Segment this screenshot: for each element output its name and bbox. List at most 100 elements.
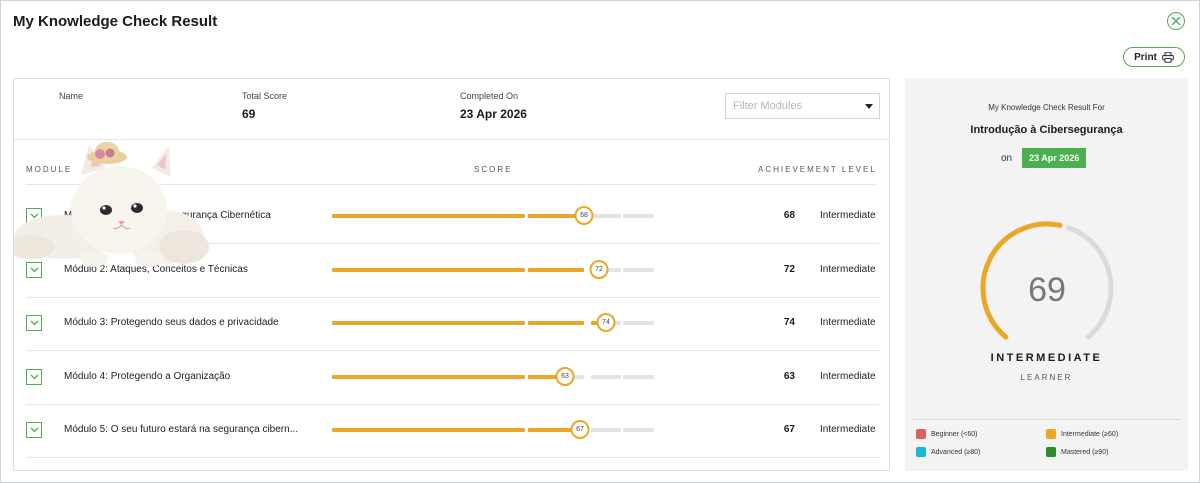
legend-mastered: Mastered (≥90): [1046, 447, 1108, 457]
chevron-down-icon: [30, 320, 38, 326]
score-knob: 67: [570, 420, 590, 439]
module-row: Módulo 1: Introdução à Segurança Ciberné…: [14, 191, 889, 244]
score-track-segment: [332, 321, 525, 325]
close-button[interactable]: [1167, 12, 1185, 30]
score-fill: [332, 267, 525, 272]
score-fill: [332, 214, 525, 218]
score-bar: 63: [332, 366, 654, 386]
module-row: Módulo 5: O seu futuro estará na seguran…: [14, 405, 889, 458]
legend-swatch: [916, 429, 926, 439]
expand-module-button[interactable]: [26, 315, 42, 331]
score-track-segment: [332, 428, 525, 432]
score-track-segment: [623, 321, 654, 325]
score-track-segment: [528, 321, 584, 325]
module-level: Intermediate: [820, 424, 876, 435]
filter-placeholder: Filter Modules: [733, 100, 803, 112]
score-fill: [332, 374, 525, 379]
expand-module-button[interactable]: [26, 422, 42, 438]
score-bar: 67: [332, 420, 654, 439]
module-level: Intermediate: [820, 210, 876, 221]
print-button[interactable]: Print: [1123, 47, 1185, 67]
achievement-sublevel: LEARNER: [1020, 373, 1073, 382]
score-track-segment: [528, 267, 584, 272]
completed-on-label: Completed On: [460, 91, 519, 101]
score-track-segment: [591, 428, 621, 432]
summary-divider: [14, 139, 889, 140]
row-divider: [26, 457, 879, 458]
score-knob: 63: [555, 366, 575, 386]
score-bar: 74: [332, 313, 654, 332]
chevron-down-icon: [30, 267, 38, 272]
module-score: 63: [783, 370, 795, 382]
expand-module-button[interactable]: [26, 208, 42, 224]
expand-module-button[interactable]: [26, 368, 42, 385]
score-track-segment: [623, 214, 654, 218]
gauge-track: [1066, 225, 1114, 340]
chevron-down-icon: [30, 213, 38, 219]
legend-label: Beginner (<60): [931, 430, 978, 438]
caret-down-icon: [865, 104, 873, 109]
course-title: Introdução à Cibersegurança: [970, 124, 1123, 136]
module-row: Módulo 4: Protegendo a Organização 63 63 In…: [14, 352, 889, 405]
legend-label: Intermediate (≥60): [1061, 430, 1119, 438]
module-score: 74: [783, 317, 795, 328]
print-label: Print: [1134, 51, 1157, 63]
legend-beginner: Beginner (<60): [916, 429, 978, 439]
score-fill: [332, 428, 525, 432]
summary-sidebar: My Knowledge Check Result For Introdução…: [905, 78, 1188, 471]
module-name: Módulo 4: Protegendo a Organização: [64, 370, 231, 382]
module-score: 68: [783, 210, 795, 221]
score-fill: [528, 321, 584, 325]
legend-label: Mastered (≥90): [1061, 448, 1109, 456]
total-score-label: Total Score: [242, 91, 288, 101]
achievement-level: INTERMEDIATE: [990, 352, 1103, 364]
filter-modules-select[interactable]: Filter Modules: [725, 93, 880, 119]
score-track-segment: [332, 267, 525, 272]
chevron-down-icon: [30, 427, 38, 433]
header-divider: [26, 184, 877, 185]
module-name: Módulo 2: Ataques, Conceitos e Técnicas: [64, 263, 248, 275]
printer-icon: [1162, 51, 1174, 63]
score-fill: [528, 267, 584, 272]
legend-label: Advanced (≥80): [931, 448, 981, 456]
close-icon: [1171, 16, 1181, 26]
score-bar: 68: [332, 206, 654, 225]
score-track-segment: [332, 374, 525, 379]
legend-swatch: [1046, 447, 1056, 457]
legend-swatch: [1046, 429, 1056, 439]
score-knob: 72: [589, 259, 609, 279]
result-for-caption: My Knowledge Check Result For: [988, 103, 1105, 112]
col-module: MODULE: [26, 165, 73, 174]
module-level: Intermediate: [820, 370, 876, 382]
module-level: Intermediate: [820, 317, 876, 328]
module-score: 72: [783, 263, 795, 275]
result-modal: My Knowledge Check Result Print Name Tot…: [0, 0, 1200, 483]
module-row: Módulo 2: Ataques, Conceitos e Técnicas 7…: [14, 245, 889, 298]
score-track-segment: [332, 214, 525, 218]
legend-divider: [913, 419, 1180, 420]
module-name: Módulo 3: Protegendo seus dados e privac…: [64, 317, 279, 328]
score-fill: [332, 321, 525, 325]
score-track-segment: [591, 374, 621, 379]
module-row: Módulo 3: Protegendo seus dados e privac…: [14, 298, 889, 351]
score-knob: 74: [596, 313, 616, 332]
score-knob: 68: [574, 206, 594, 225]
module-name: Módulo 5: O seu futuro estará na seguran…: [64, 424, 299, 435]
module-name: Módulo 1: Introdução à Segurança Ciberné…: [64, 210, 271, 221]
chevron-down-icon: [30, 374, 38, 379]
expand-module-button[interactable]: [26, 261, 42, 278]
col-achievement: ACHIEVEMENT LEVEL: [758, 165, 877, 174]
score-track-segment: [623, 267, 654, 272]
legend-advanced: Advanced (≥80): [916, 447, 980, 457]
module-score: 67: [783, 424, 795, 435]
date-row: on 23 Apr 2026: [1001, 148, 1087, 168]
score-gauge: 69: [980, 221, 1114, 340]
completed-on-value: 23 Apr 2026: [460, 107, 527, 121]
on-label: on: [1001, 152, 1013, 164]
date-badge: 23 Apr 2026: [1022, 148, 1087, 168]
score-track-segment: [591, 214, 621, 218]
gauge-value: 69: [1028, 271, 1066, 309]
total-score-value: 69: [242, 107, 256, 121]
module-level: Intermediate: [820, 263, 876, 275]
score-track-segment: [623, 374, 654, 379]
